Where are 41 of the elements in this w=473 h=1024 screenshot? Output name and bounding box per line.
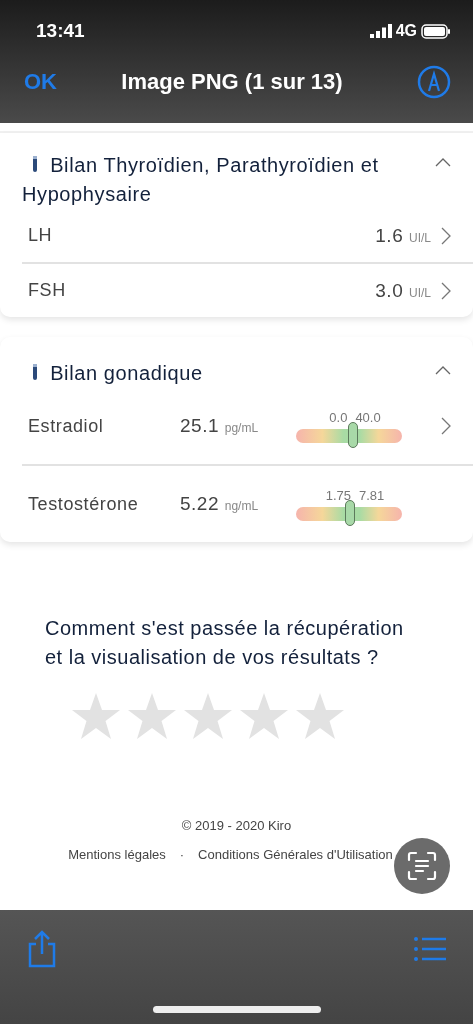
- signal-icon: [369, 24, 392, 38]
- range-high: 40.0: [355, 409, 381, 425]
- link-separator: ·: [179, 847, 185, 862]
- test-value: 5.22 ng/mL: [180, 493, 260, 515]
- caret-icon[interactable]: [435, 157, 451, 167]
- test-value: 1.6 UI/L: [375, 224, 431, 247]
- test-name: Testostérone: [27, 493, 140, 515]
- section-title: Bilan gonadique: [22, 359, 421, 388]
- star-icon[interactable]: [295, 692, 345, 740]
- footer-link[interactable]: Mentions légales: [68, 847, 166, 862]
- test-tube-icon: [32, 156, 38, 172]
- share-icon[interactable]: [26, 930, 58, 968]
- test-name: FSH: [27, 280, 66, 301]
- text-scan-button[interactable]: [394, 838, 450, 894]
- pen-icon[interactable]: [417, 65, 451, 99]
- viewer-title: Image PNG (1 sur 13): [120, 69, 344, 95]
- test-name: LH: [27, 225, 53, 246]
- chevron-right-icon[interactable]: [441, 417, 451, 435]
- star-icon[interactable]: [71, 692, 121, 740]
- star-icon[interactable]: [239, 692, 289, 740]
- chevron-right-icon[interactable]: [441, 281, 451, 300]
- list-icon[interactable]: [413, 936, 447, 962]
- caret-icon[interactable]: [435, 365, 451, 375]
- scan-text-icon: [407, 851, 437, 881]
- chevron-right-icon[interactable]: [441, 226, 451, 245]
- range-low: 1.75: [325, 487, 351, 503]
- test-value: 3.0 UI/L: [375, 279, 431, 302]
- status-time: 13:41: [36, 20, 85, 42]
- star-icon[interactable]: [127, 692, 177, 740]
- test-value: 25.1 pg/mL: [180, 415, 260, 437]
- range-high: 7.81: [359, 487, 385, 503]
- section-title: Bilan Thyroïdien, Parathyroïdien et Hypophysaire: [22, 153, 380, 207]
- battery-icon: [421, 23, 451, 39]
- test-name: Estradiol: [27, 415, 105, 437]
- network-label: 4G: [395, 22, 417, 40]
- copyright-text: © 2019 - 2020 Kiro: [181, 818, 292, 833]
- range-low: 0.0: [329, 409, 348, 425]
- rating-question: Comment s'est passée la récupération et la visualisation de vos résultats ?: [45, 616, 405, 670]
- test-tube-icon: [32, 364, 38, 380]
- star-icon[interactable]: [183, 692, 233, 740]
- footer-link[interactable]: Conditions Générales d'Utilisation: [198, 847, 393, 862]
